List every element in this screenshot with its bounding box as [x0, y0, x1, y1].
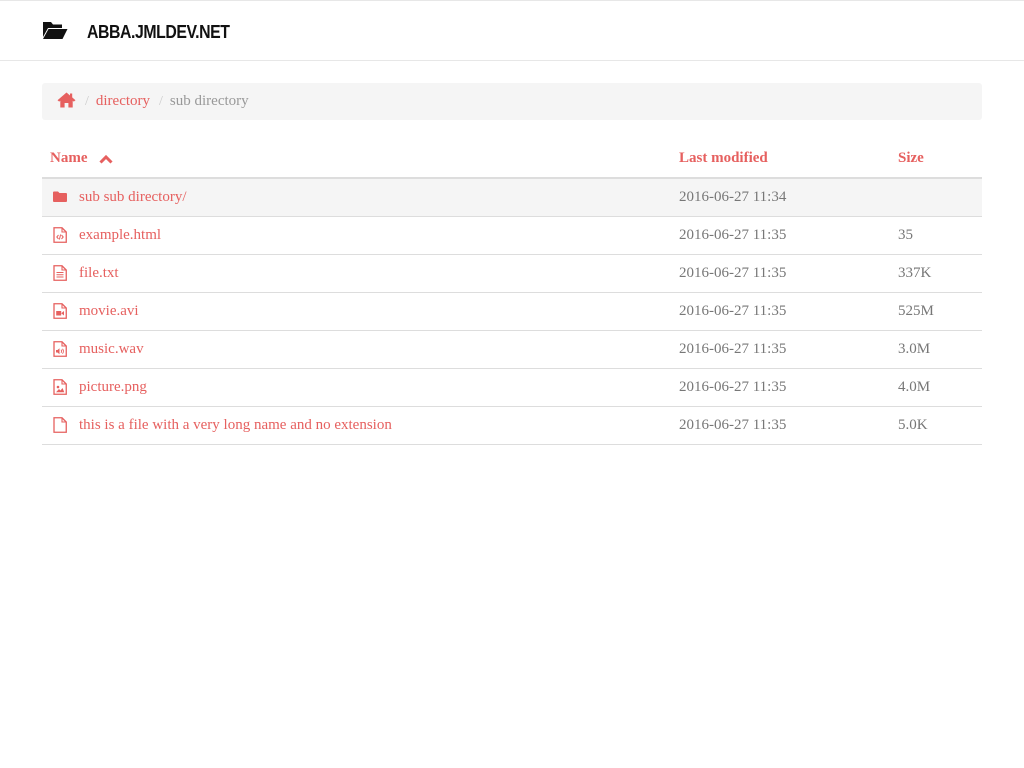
main-content: / directory / sub directory Name Last mo…	[42, 83, 982, 445]
table-row[interactable]: file.txt 2016-06-27 11:35 337K	[42, 254, 982, 293]
name-cell: picture.png	[42, 368, 671, 407]
file-image-icon	[53, 379, 67, 395]
name-cell: this is a file with a very long name and…	[42, 406, 671, 445]
size-cell: 35	[890, 216, 982, 255]
size-cell: 5.0K	[890, 406, 982, 445]
modified-cell: 2016-06-27 11:34	[671, 178, 890, 217]
file-audio-icon	[53, 341, 67, 357]
name-cell: movie.avi	[42, 292, 671, 331]
file-listing-table: Name Last modified Size sub sub director…	[42, 140, 982, 445]
name-cell: file.txt	[42, 254, 671, 293]
table-row[interactable]: picture.png 2016-06-27 11:35 4.0M	[42, 368, 982, 407]
name-cell: music.wav	[42, 330, 671, 369]
sort-by-name-link[interactable]: Name	[50, 150, 113, 167]
file-link[interactable]: picture.png	[79, 379, 147, 396]
modified-cell: 2016-06-27 11:35	[671, 216, 890, 255]
file-video-icon	[53, 303, 67, 319]
breadcrumb-item-directory[interactable]: directory	[96, 93, 150, 110]
column-header-size: Size	[890, 140, 982, 179]
file-link[interactable]: file.txt	[79, 265, 119, 282]
size-cell: 3.0M	[890, 330, 982, 369]
breadcrumb-separator: /	[159, 93, 163, 109]
home-icon[interactable]	[57, 92, 76, 108]
column-header-name: Name	[42, 140, 671, 179]
size-cell: 337K	[890, 254, 982, 293]
chevron-up-icon	[98, 154, 113, 164]
file-icon	[53, 417, 67, 433]
file-link[interactable]: music.wav	[79, 341, 144, 358]
brand-link[interactable]: ABBA.JMLDEV.NET	[42, 1, 249, 61]
table-header-row: Name Last modified Size	[42, 140, 982, 179]
table-row[interactable]: sub sub directory/ 2016-06-27 11:34	[42, 178, 982, 217]
column-header-modified: Last modified	[671, 140, 890, 179]
site-title: ABBA.JMLDEV.NET	[87, 21, 230, 42]
breadcrumb: / directory / sub directory	[42, 83, 982, 120]
table-row[interactable]: music.wav 2016-06-27 11:35 3.0M	[42, 330, 982, 369]
file-link[interactable]: example.html	[79, 227, 161, 244]
modified-cell: 2016-06-27 11:35	[671, 254, 890, 293]
sort-by-modified-link[interactable]: Last modified	[679, 150, 768, 167]
modified-cell: 2016-06-27 11:35	[671, 368, 890, 407]
breadcrumb-separator: /	[85, 93, 89, 109]
file-text-icon	[53, 265, 67, 281]
folder-open-icon	[43, 22, 68, 39]
file-link[interactable]: sub sub directory/	[79, 189, 186, 206]
folder-icon	[53, 191, 67, 203]
breadcrumb-item-current: sub directory	[169, 93, 249, 109]
file-code-icon	[53, 227, 67, 243]
name-cell: example.html	[42, 216, 671, 255]
navbar: ABBA.JMLDEV.NET	[0, 0, 1024, 61]
name-cell: sub sub directory/	[42, 178, 671, 217]
modified-cell: 2016-06-27 11:35	[671, 406, 890, 445]
modified-cell: 2016-06-27 11:35	[671, 292, 890, 331]
size-cell: 4.0M	[890, 368, 982, 407]
table-row[interactable]: this is a file with a very long name and…	[42, 406, 982, 445]
sort-by-size-link[interactable]: Size	[898, 150, 924, 167]
file-link[interactable]: movie.avi	[79, 303, 139, 320]
size-cell	[890, 178, 982, 217]
size-cell: 525M	[890, 292, 982, 331]
file-link[interactable]: this is a file with a very long name and…	[79, 417, 392, 434]
column-name-label: Name	[50, 150, 88, 166]
table-row[interactable]: movie.avi 2016-06-27 11:35 525M	[42, 292, 982, 331]
modified-cell: 2016-06-27 11:35	[671, 330, 890, 369]
table-row[interactable]: example.html 2016-06-27 11:35 35	[42, 216, 982, 255]
